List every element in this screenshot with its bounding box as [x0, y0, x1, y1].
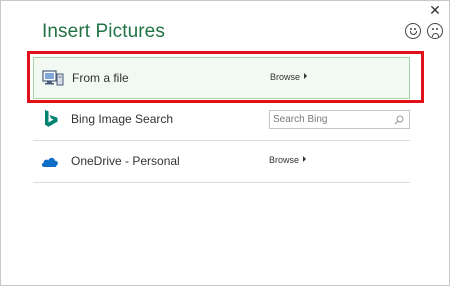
smile-icon[interactable]	[405, 23, 421, 39]
source-row-from-file[interactable]: From a file Browse	[33, 57, 410, 99]
caret-right-icon	[304, 73, 308, 79]
bing-search-input[interactable]	[273, 112, 391, 127]
browse-link-onedrive[interactable]: Browse	[269, 155, 307, 165]
source-row-bing[interactable]: Bing Image Search	[33, 99, 410, 141]
bing-icon	[45, 110, 58, 127]
browse-link-from-file[interactable]: Browse	[270, 72, 308, 82]
dialog-title: Insert Pictures	[42, 21, 165, 42]
source-label-from-file: From a file	[72, 71, 129, 85]
close-icon: ✕	[429, 3, 441, 19]
bing-search-box	[269, 110, 410, 129]
caret-right-icon	[303, 156, 307, 162]
onedrive-cloud-icon	[41, 157, 58, 167]
source-row-onedrive[interactable]: OneDrive - Personal Browse	[33, 141, 410, 183]
source-label-onedrive: OneDrive - Personal	[71, 154, 180, 168]
close-button[interactable]: ✕	[427, 3, 443, 19]
insert-pictures-dialog: ✕ Insert Pictures From a file Browse Bin…	[0, 0, 450, 286]
source-label-bing: Bing Image Search	[71, 112, 174, 126]
frown-icon[interactable]	[427, 23, 443, 39]
computer-icon	[42, 70, 64, 86]
search-icon[interactable]	[394, 115, 404, 125]
